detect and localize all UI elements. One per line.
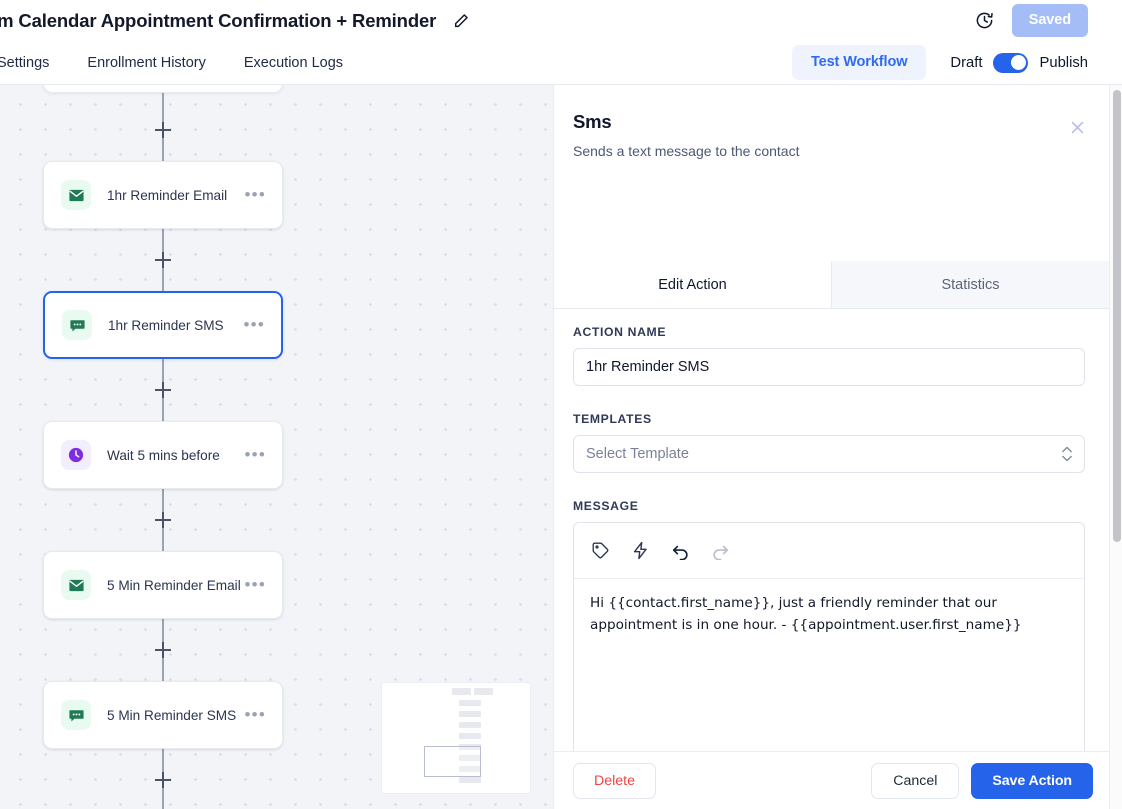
workflow-node-5min-reminder-sms[interactable]: 5 Min Reminder SMS ••• bbox=[43, 681, 283, 749]
node-menu-button[interactable]: ••• bbox=[245, 186, 266, 203]
add-step-button[interactable] bbox=[155, 122, 171, 138]
minimap-node bbox=[459, 722, 481, 728]
template-select-value: Select Template bbox=[586, 446, 689, 462]
add-step-button[interactable] bbox=[155, 382, 171, 398]
page-scrollbar-track[interactable] bbox=[1109, 85, 1122, 809]
add-step-button[interactable] bbox=[155, 252, 171, 268]
email-icon bbox=[61, 180, 91, 210]
action-name-label: ACTION NAME bbox=[573, 325, 667, 339]
minimap-node bbox=[452, 688, 471, 695]
top-bar-actions: Saved bbox=[972, 4, 1122, 37]
workflow-node-5min-reminder-email[interactable]: 5 Min Reminder Email ••• bbox=[43, 551, 283, 619]
top-bar: am Calendar Appointment Confirmation + R… bbox=[0, 0, 1122, 41]
message-label: MESSAGE bbox=[573, 499, 639, 513]
clock-history-icon[interactable] bbox=[972, 8, 998, 34]
tab-edit-action[interactable]: Edit Action bbox=[554, 261, 831, 308]
chevron-updown-icon bbox=[1062, 446, 1072, 462]
test-workflow-button[interactable]: Test Workflow bbox=[791, 45, 927, 80]
node-label: 1hr Reminder Email bbox=[107, 187, 228, 203]
editor-toolbar bbox=[574, 523, 1084, 579]
tag-icon[interactable] bbox=[588, 539, 612, 563]
action-detail-panel: Sms Sends a text message to the contact … bbox=[553, 85, 1122, 809]
node-menu-button[interactable]: ••• bbox=[245, 446, 266, 463]
minimap-node bbox=[474, 688, 493, 695]
close-icon[interactable] bbox=[1066, 116, 1088, 138]
lightning-icon[interactable] bbox=[628, 539, 652, 563]
workflow-builder-page: am Calendar Appointment Confirmation + R… bbox=[0, 0, 1122, 809]
add-step-button[interactable] bbox=[155, 642, 171, 658]
page-title: am Calendar Appointment Confirmation + R… bbox=[0, 9, 437, 31]
message-body: Hi {{contact.first_name}}, just a friend… bbox=[590, 595, 1022, 633]
minimap-node bbox=[459, 700, 481, 706]
workflow-node-1hr-reminder-sms[interactable]: 1hr Reminder SMS ••• bbox=[43, 291, 283, 359]
node-label: 5 Min Reminder Email bbox=[107, 577, 241, 593]
minimap-node bbox=[459, 777, 481, 783]
toggle-knob bbox=[1010, 55, 1026, 70]
nav-item-settings[interactable]: Settings bbox=[0, 55, 49, 71]
panel-header: Sms Sends a text message to the contact bbox=[554, 85, 1122, 159]
nav-bar-actions: Test Workflow Draft Publish bbox=[791, 45, 1122, 80]
tab-statistics[interactable]: Statistics bbox=[831, 261, 1109, 308]
clock-icon bbox=[61, 440, 91, 470]
pencil-icon[interactable] bbox=[450, 10, 472, 32]
sms-icon bbox=[62, 310, 92, 340]
publish-toggle-group: Draft Publish bbox=[950, 52, 1088, 73]
status-badge[interactable]: Saved bbox=[1011, 4, 1088, 37]
save-action-button[interactable]: Save Action bbox=[971, 762, 1093, 799]
node-menu-button[interactable]: ••• bbox=[245, 706, 266, 723]
nav-item-execution-logs[interactable]: Execution Logs bbox=[244, 55, 343, 71]
action-form: ACTION NAME 1hr Reminder SMS TEMPLATES S… bbox=[573, 325, 1087, 809]
template-select[interactable]: Select Template bbox=[573, 435, 1085, 473]
node-label: 5 Min Reminder SMS bbox=[107, 707, 237, 723]
templates-label: TEMPLATES bbox=[573, 412, 652, 426]
minimap-node bbox=[459, 711, 481, 717]
action-name-input[interactable]: 1hr Reminder SMS bbox=[573, 348, 1085, 386]
node-menu-button[interactable]: ••• bbox=[245, 576, 266, 593]
delete-button[interactable]: Delete bbox=[573, 762, 657, 799]
node-label: 1hr Reminder SMS bbox=[108, 317, 224, 333]
publish-toggle[interactable] bbox=[993, 52, 1029, 73]
canvas-minimap[interactable] bbox=[381, 682, 531, 794]
panel-tabs: Edit Action Statistics bbox=[554, 261, 1109, 309]
node-above-partial[interactable] bbox=[43, 85, 283, 93]
publish-label: Publish bbox=[1039, 54, 1088, 71]
node-label: Wait 5 mins before bbox=[107, 447, 220, 463]
node-menu-button[interactable]: ••• bbox=[244, 316, 265, 333]
panel-subtitle: Sends a text message to the contact bbox=[573, 143, 800, 159]
cancel-button[interactable]: Cancel bbox=[871, 762, 960, 799]
nav-items: Settings Enrollment History Execution Lo… bbox=[0, 55, 343, 71]
nav-item-enrollment-history[interactable]: Enrollment History bbox=[87, 55, 205, 71]
page-scrollbar-thumb[interactable] bbox=[1112, 90, 1121, 542]
panel-footer: Delete Cancel Save Action bbox=[554, 751, 1109, 809]
undo-icon[interactable] bbox=[668, 539, 692, 563]
workflow-node-1hr-reminder-email[interactable]: 1hr Reminder Email ••• bbox=[43, 161, 283, 229]
sms-icon bbox=[61, 700, 91, 730]
minimap-viewport[interactable] bbox=[424, 746, 481, 777]
nav-bar: Settings Enrollment History Execution Lo… bbox=[0, 41, 1122, 85]
panel-title: Sms bbox=[573, 111, 612, 132]
redo-icon[interactable] bbox=[708, 539, 732, 563]
workflow-node-wait[interactable]: Wait 5 mins before ••• bbox=[43, 421, 283, 489]
draft-label: Draft bbox=[950, 54, 983, 71]
add-step-button[interactable] bbox=[155, 772, 171, 788]
add-step-button[interactable] bbox=[155, 512, 171, 528]
email-icon bbox=[61, 570, 91, 600]
minimap-node bbox=[459, 733, 481, 739]
